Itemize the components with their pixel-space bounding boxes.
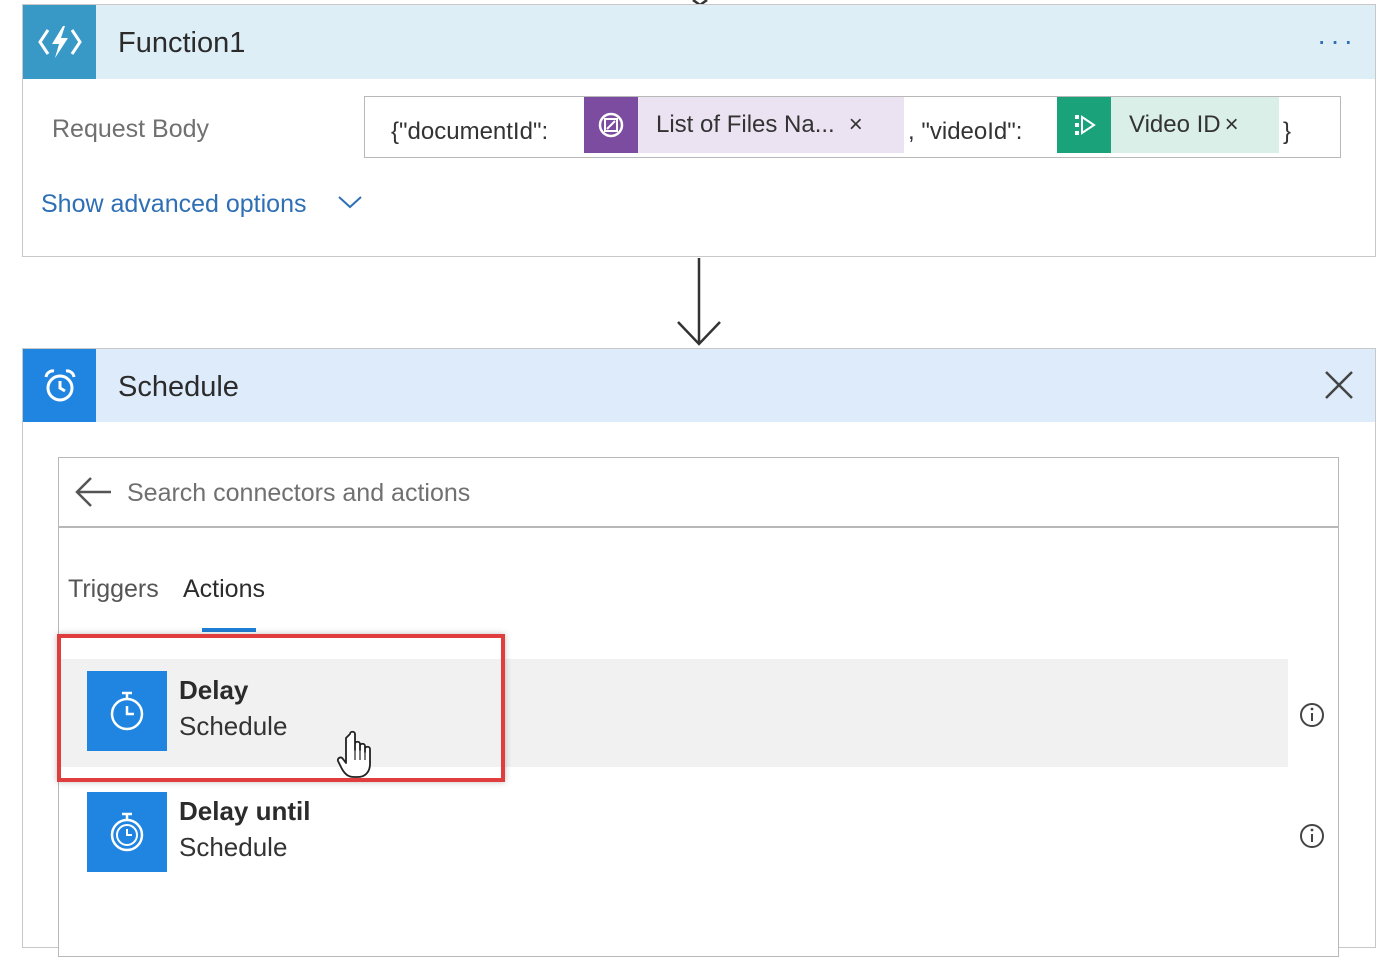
function-action-card: Function1 ··· Request Body {"documentId"… — [22, 4, 1376, 257]
show-advanced-options-link[interactable]: Show advanced options — [41, 190, 306, 219]
active-tab-indicator — [202, 628, 256, 632]
back-arrow-icon[interactable] — [73, 474, 113, 510]
azure-function-icon — [23, 5, 96, 79]
request-body-label: Request Body — [52, 115, 210, 143]
video-indexer-icon — [1057, 97, 1111, 153]
action-connector: Schedule — [179, 832, 288, 862]
hand-cursor-icon — [336, 730, 371, 778]
request-body-text-open: {"documentId": — [391, 118, 549, 145]
search-input[interactable] — [125, 472, 829, 514]
remove-token-icon[interactable]: × — [1221, 97, 1239, 153]
function-card-title: Function1 — [118, 27, 246, 59]
blob-storage-icon — [584, 97, 638, 153]
more-options-icon[interactable]: ··· — [1317, 25, 1357, 57]
action-delay-until[interactable]: Delay until Schedule — [59, 780, 1288, 888]
schedule-card-title: Schedule — [118, 371, 239, 403]
close-icon[interactable] — [1323, 369, 1355, 401]
dynamic-content-token-video-id[interactable]: Video ID × — [1057, 97, 1279, 153]
function-card-header[interactable]: Function1 ··· — [23, 5, 1375, 79]
action-title: Delay until — [179, 796, 311, 826]
tab-actions[interactable]: Actions — [183, 575, 265, 604]
search-row — [59, 458, 1338, 528]
dynamic-content-token-list-of-files[interactable]: List of Files Na... × — [584, 97, 904, 153]
tab-triggers[interactable]: Triggers — [68, 575, 159, 604]
request-body-text-mid: , "videoId": — [908, 118, 1023, 145]
token-label: List of Files Na... — [656, 111, 835, 138]
info-icon[interactable] — [1298, 701, 1326, 729]
flow-arrow-down-icon — [677, 258, 721, 346]
alarm-clock-icon — [23, 349, 96, 422]
info-icon[interactable] — [1298, 822, 1326, 850]
chevron-down-icon[interactable] — [336, 190, 364, 214]
token-label: Video ID — [1129, 111, 1221, 138]
highlight-box — [57, 634, 505, 782]
remove-token-icon[interactable]: × — [835, 97, 863, 153]
request-body-field[interactable]: {"documentId": List of Files Na... × , "… — [364, 96, 1341, 158]
timer-icon — [87, 792, 167, 872]
request-body-text-close: } — [1283, 118, 1292, 145]
schedule-card-header: Schedule — [23, 349, 1375, 422]
